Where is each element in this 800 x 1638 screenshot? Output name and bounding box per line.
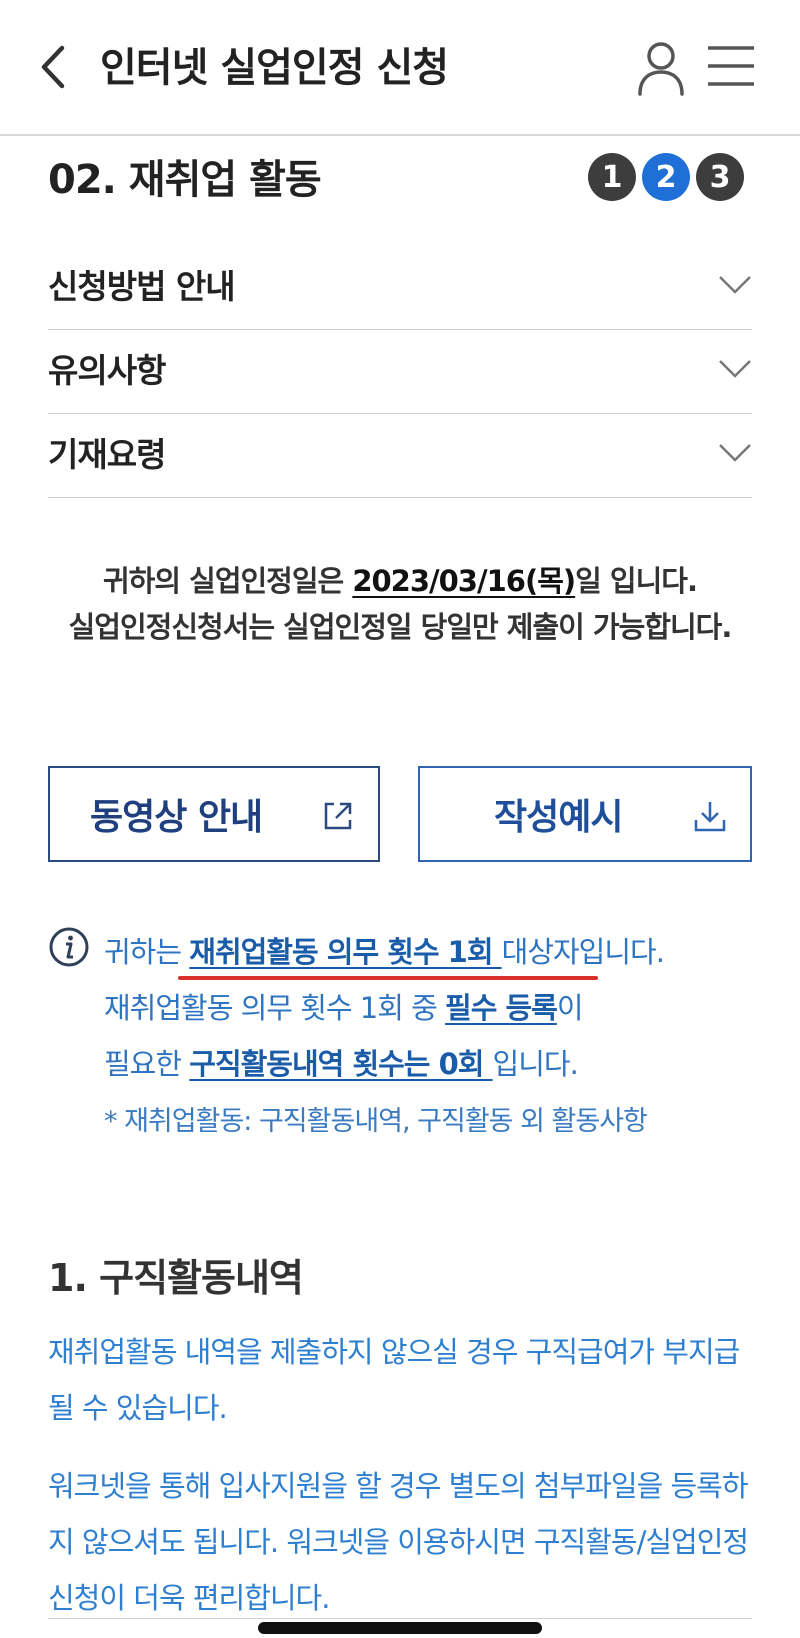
info-line3-prefix: 필요한: [104, 1047, 190, 1081]
writing-example-button[interactable]: 작성예시: [418, 766, 752, 862]
notice-prefix: 귀하의 실업인정일은: [103, 564, 353, 598]
obligation-count-link[interactable]: 재취업활동 의무 횟수 1회: [189, 935, 501, 969]
recognition-date-notice: 귀하의 실업인정일은 2023/03/16(목)일 입니다. 실업인정신청서는 …: [30, 558, 770, 650]
reemployment-footnote: * 재취업활동: 구직활동내역, 구직활동 외 활동사항: [104, 1106, 648, 1137]
chevron-down-icon: [719, 276, 751, 294]
accordion-apply-guide[interactable]: 신청방법 안내: [48, 246, 752, 330]
accordion-cautions[interactable]: 유의사항: [48, 330, 752, 414]
accordion-label: 유의사항: [48, 351, 166, 390]
info-line2-prefix: 재취업활동 의무 횟수 1회 중: [104, 991, 446, 1025]
notice-suffix: 일 입니다.: [575, 564, 698, 598]
step-indicator: 1 2 3: [588, 153, 744, 201]
home-indicator: [258, 1622, 542, 1634]
writing-example-label: 작성예시: [494, 797, 623, 838]
job-search-count-link[interactable]: 구직활동내역 횟수는 0회: [189, 1047, 492, 1081]
external-link-icon: [324, 802, 352, 830]
page-title: 인터넷 실업인정 신청: [100, 45, 449, 91]
notice-line2: 실업인정신청서는 실업인정일 당일만 제출이 가능합니다.: [68, 610, 733, 644]
red-underline-mark: [178, 976, 598, 980]
info-line2-suffix: 이: [556, 991, 584, 1025]
step-3-badge: 3: [696, 153, 744, 201]
accordion-label: 기재요령: [48, 435, 166, 474]
step-2-badge-active: 2: [642, 153, 690, 201]
video-guide-label: 동영상 안내: [90, 797, 263, 838]
hamburger-menu-icon[interactable]: [706, 44, 756, 88]
user-icon[interactable]: [636, 40, 686, 96]
info-text: 귀하는 재취업활동 의무 횟수 1회 대상자입니다. 재취업활동 의무 횟수 1…: [104, 924, 768, 1150]
back-arrow-icon[interactable]: [34, 40, 74, 94]
chevron-down-icon: [719, 444, 751, 462]
section-paragraph-1: 재취업활동 내역을 제출하지 않으실 경우 구직급여가 부지급 될 수 있습니다…: [48, 1335, 740, 1425]
video-guide-button[interactable]: 동영상 안내: [48, 766, 380, 862]
chevron-down-icon: [719, 360, 751, 378]
app-header: 인터넷 실업인정 신청: [0, 0, 800, 136]
divider: [48, 1618, 752, 1619]
section-title: 1. 구직활동내역: [48, 1256, 304, 1300]
accordion-label: 신청방법 안내: [48, 267, 236, 306]
info-line1-suffix: 대상자입니다.: [501, 935, 665, 969]
required-registration-link[interactable]: 필수 등록: [445, 991, 558, 1025]
section-paragraph-2: 워크넷을 통해 입사지원을 할 경우 별도의 첨부파일을 등록하지 않으셔도 됩…: [48, 1469, 749, 1615]
info-line1-prefix: 귀하는: [104, 935, 190, 969]
recognition-date: 2023/03/16(목): [352, 564, 576, 598]
step-1-badge: 1: [588, 153, 636, 201]
accordion-writing-guide[interactable]: 기재요령: [48, 414, 752, 498]
download-icon: [694, 802, 726, 832]
info-icon: [49, 927, 89, 967]
info-line3-suffix: 입니다.: [492, 1047, 579, 1081]
step-title: 02. 재취업 활동: [48, 157, 322, 203]
